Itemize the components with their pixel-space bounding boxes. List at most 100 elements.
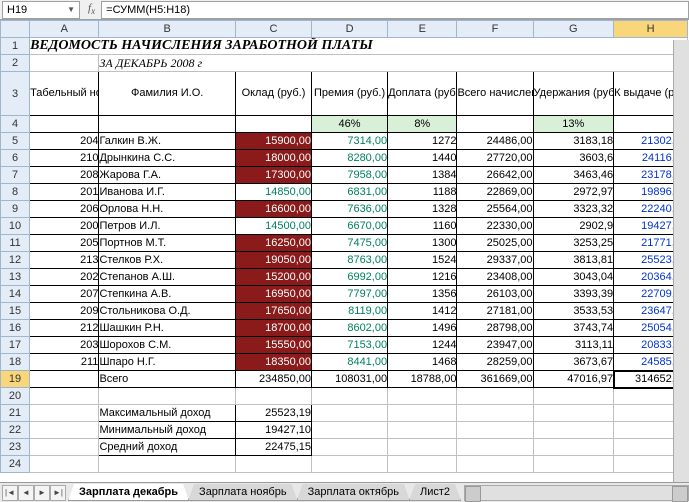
oklad[interactable]: 14500,00 bbox=[235, 218, 311, 235]
fio[interactable]: Иванова И.Г. bbox=[99, 184, 236, 201]
total[interactable]: 24486,00 bbox=[457, 133, 533, 150]
col-header-A[interactable]: A bbox=[30, 21, 99, 38]
total[interactable]: 27181,00 bbox=[457, 303, 533, 320]
oklad[interactable]: 16950,00 bbox=[235, 286, 311, 303]
doplata[interactable]: 1440 bbox=[388, 150, 457, 167]
uderzh[interactable]: 3463,46 bbox=[533, 167, 614, 184]
premia[interactable]: 7636,00 bbox=[312, 201, 388, 218]
row-header-23[interactable]: 23 bbox=[1, 439, 30, 456]
uderzh[interactable]: 3393,39 bbox=[533, 286, 614, 303]
header-D[interactable]: Премия (руб.) bbox=[312, 72, 388, 116]
totals-ud[interactable]: 47016,97 bbox=[533, 371, 614, 388]
fio[interactable]: Шашкин Р.Н. bbox=[99, 320, 236, 337]
uderzh[interactable]: 3323,32 bbox=[533, 201, 614, 218]
doplata[interactable]: 1244 bbox=[388, 337, 457, 354]
fio[interactable]: Степанов А.Ш. bbox=[99, 269, 236, 286]
fio[interactable]: Портнов М.Т. bbox=[99, 235, 236, 252]
col-header-D[interactable]: D bbox=[312, 21, 388, 38]
row-header-19[interactable]: 19 bbox=[1, 371, 30, 388]
total[interactable]: 28259,00 bbox=[457, 354, 533, 371]
fio[interactable]: Дрынкина С.С. bbox=[99, 150, 236, 167]
row-header-7[interactable]: 7 bbox=[1, 167, 30, 184]
row-header-10[interactable]: 10 bbox=[1, 218, 30, 235]
stat-label-1[interactable]: Минимальный доход bbox=[99, 422, 236, 439]
premia[interactable]: 7475,00 bbox=[312, 235, 388, 252]
percent-G[interactable]: 13% bbox=[533, 116, 614, 133]
totals-pr[interactable]: 108031,00 bbox=[312, 371, 388, 388]
uderzh[interactable]: 3043,04 bbox=[533, 269, 614, 286]
row-header-22[interactable]: 22 bbox=[1, 422, 30, 439]
tabnum[interactable]: 211 bbox=[30, 354, 99, 371]
row-header-14[interactable]: 14 bbox=[1, 286, 30, 303]
header-C[interactable]: Оклад (руб.) bbox=[235, 72, 311, 116]
total[interactable]: 22330,00 bbox=[457, 218, 533, 235]
oklad[interactable]: 16600,00 bbox=[235, 201, 311, 218]
title-cell[interactable]: ВЕДОМОСТЬ НАЧИСЛЕНИЯ ЗАРАБОТНОЙ ПЛАТЫ bbox=[30, 38, 688, 55]
oklad[interactable]: 15550,00 bbox=[235, 337, 311, 354]
row-header-21[interactable]: 21 bbox=[1, 405, 30, 422]
doplata[interactable]: 1272 bbox=[388, 133, 457, 150]
uderzh[interactable]: 3113,11 bbox=[533, 337, 614, 354]
col-header-C[interactable]: C bbox=[235, 21, 311, 38]
fio[interactable]: Шпаро Н.Г. bbox=[99, 354, 236, 371]
row-header-2[interactable]: 2 bbox=[1, 55, 30, 72]
fio[interactable]: Орлова Н.Н. bbox=[99, 201, 236, 218]
col-header-H[interactable]: H bbox=[614, 21, 688, 38]
tabnum[interactable]: 203 bbox=[30, 337, 99, 354]
premia[interactable]: 8441,00 bbox=[312, 354, 388, 371]
tabnum[interactable]: 204 bbox=[30, 133, 99, 150]
oklad[interactable]: 15200,00 bbox=[235, 269, 311, 286]
premia[interactable]: 7958,00 bbox=[312, 167, 388, 184]
fio[interactable]: Шорохов С.М. bbox=[99, 337, 236, 354]
col-header-E[interactable]: E bbox=[388, 21, 457, 38]
uderzh[interactable]: 3183,18 bbox=[533, 133, 614, 150]
premia[interactable]: 6831,00 bbox=[312, 184, 388, 201]
total[interactable]: 26103,00 bbox=[457, 286, 533, 303]
stat-label-0[interactable]: Максимальный доход bbox=[99, 405, 236, 422]
premia[interactable]: 7797,00 bbox=[312, 286, 388, 303]
name-box-dropdown-icon[interactable]: ▼ bbox=[67, 5, 75, 14]
oklad[interactable]: 17300,00 bbox=[235, 167, 311, 184]
uderzh[interactable]: 2902,9 bbox=[533, 218, 614, 235]
totals-ok[interactable]: 234850,00 bbox=[235, 371, 311, 388]
stat-value-2[interactable]: 22475,15 bbox=[235, 439, 311, 456]
total[interactable]: 22869,00 bbox=[457, 184, 533, 201]
fio[interactable]: Стелков Р.Х. bbox=[99, 252, 236, 269]
oklad[interactable]: 19050,00 bbox=[235, 252, 311, 269]
row-header-4[interactable]: 4 bbox=[1, 116, 30, 133]
row-header-5[interactable]: 5 bbox=[1, 133, 30, 150]
fio[interactable]: Галкин В.Ж. bbox=[99, 133, 236, 150]
row-header-9[interactable]: 9 bbox=[1, 201, 30, 218]
tab-first-icon[interactable]: |◄ bbox=[2, 485, 18, 501]
row-header-16[interactable]: 16 bbox=[1, 320, 30, 337]
total[interactable]: 26642,00 bbox=[457, 167, 533, 184]
fio[interactable]: Стольникова О.Д. bbox=[99, 303, 236, 320]
tabnum[interactable]: 213 bbox=[30, 252, 99, 269]
tabnum[interactable]: 202 bbox=[30, 269, 99, 286]
percent-D[interactable]: 46% bbox=[312, 116, 388, 133]
vertical-scrollbar[interactable] bbox=[673, 40, 689, 482]
premia[interactable]: 8280,00 bbox=[312, 150, 388, 167]
oklad[interactable]: 18350,00 bbox=[235, 354, 311, 371]
formula-input[interactable]: =СУММ(H5:H18) bbox=[101, 1, 689, 19]
doplata[interactable]: 1328 bbox=[388, 201, 457, 218]
doplata[interactable]: 1300 bbox=[388, 235, 457, 252]
tabnum[interactable]: 200 bbox=[30, 218, 99, 235]
sheet-tab-3[interactable]: Лист2 bbox=[409, 484, 461, 501]
header-B[interactable]: Фамилия И.О. bbox=[99, 72, 236, 116]
oklad[interactable]: 18700,00 bbox=[235, 320, 311, 337]
select-all-corner[interactable] bbox=[1, 21, 30, 38]
sheet-tab-2[interactable]: Зарплата октябрь bbox=[297, 484, 410, 501]
tab-last-icon[interactable]: ►| bbox=[50, 485, 66, 501]
horizontal-scrollbar[interactable] bbox=[464, 485, 689, 501]
tabnum[interactable]: 205 bbox=[30, 235, 99, 252]
spreadsheet-grid[interactable]: ABCDEFGH 1ВЕДОМОСТЬ НАЧИСЛЕНИЯ ЗАРАБОТНО… bbox=[0, 20, 688, 473]
tabnum[interactable]: 208 bbox=[30, 167, 99, 184]
totals-tot[interactable]: 361669,00 bbox=[457, 371, 533, 388]
total[interactable]: 23408,00 bbox=[457, 269, 533, 286]
percent-E[interactable]: 8% bbox=[388, 116, 457, 133]
doplata[interactable]: 1496 bbox=[388, 320, 457, 337]
fio[interactable]: Жарова Г.А. bbox=[99, 167, 236, 184]
uderzh[interactable]: 3603,6 bbox=[533, 150, 614, 167]
total[interactable]: 28798,00 bbox=[457, 320, 533, 337]
